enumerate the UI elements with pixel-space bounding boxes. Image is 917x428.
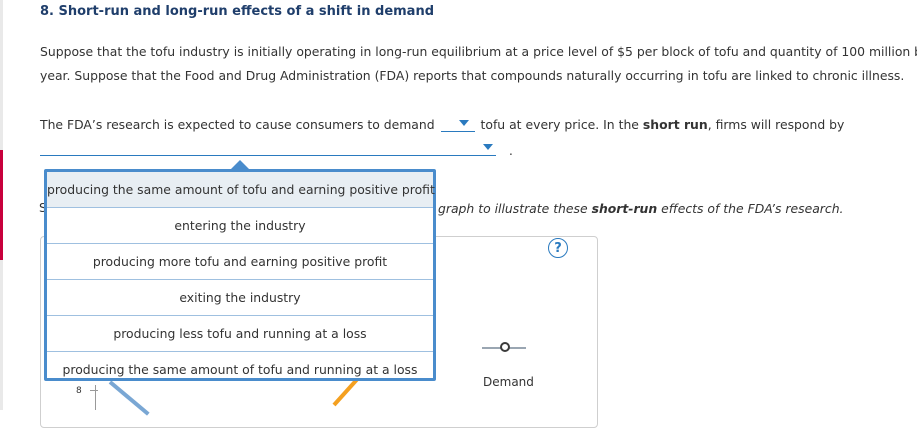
firm-response-options: producing the same amount of tofu and ea…	[44, 169, 436, 381]
option-more-positive-profit[interactable]: producing more tofu and earning positive…	[47, 244, 433, 280]
option-less-loss[interactable]: producing less tofu and running at a los…	[47, 316, 433, 352]
active-question-indicator	[0, 150, 3, 260]
dropdown-pointer	[231, 160, 249, 169]
question-mark-icon[interactable]: ?	[548, 238, 568, 258]
legend-demand-label: Demand	[483, 375, 534, 389]
legend-demand-handle[interactable]	[500, 342, 510, 352]
question-text-bold: short run	[642, 117, 708, 132]
instruction-italic-b: effects of the FDA’s research.	[661, 201, 844, 216]
question-text-before: The FDA’s research is expected to cause …	[40, 117, 435, 132]
chevron-down-icon	[458, 120, 469, 126]
option-exiting-industry[interactable]: exiting the industry	[47, 280, 433, 316]
intro-line-1: Suppose that the tofu industry is initia…	[40, 44, 917, 59]
demand-change-select[interactable]	[440, 117, 475, 132]
instruction-bold: short-run	[591, 201, 658, 216]
firm-response-select[interactable]	[40, 139, 496, 156]
intro-line-2: year. Suppose that the Food and Drug Adm…	[40, 68, 905, 83]
chevron-down-icon	[483, 144, 493, 150]
question-sentence: The FDA’s research is expected to cause …	[40, 117, 844, 132]
graph-instruction: graph to illustrate these short-run effe…	[438, 201, 843, 216]
question-heading: 8. Short-run and long-run effects of a s…	[40, 4, 435, 19]
question-text-after: tofu at every price. In the	[480, 117, 639, 132]
option-same-positive-profit[interactable]: producing the same amount of tofu and ea…	[47, 172, 435, 208]
y-axis-tick-label: 8	[76, 386, 82, 396]
sentence-period: .	[509, 144, 513, 158]
question-text-end: , firms will respond by	[707, 117, 845, 132]
y-axis	[95, 385, 96, 410]
instruction-italic-a: graph to illustrate these	[438, 201, 588, 216]
y-axis-tick	[90, 390, 98, 391]
option-entering-industry[interactable]: entering the industry	[47, 208, 433, 244]
option-same-loss[interactable]: producing the same amount of tofu and ru…	[47, 352, 433, 387]
